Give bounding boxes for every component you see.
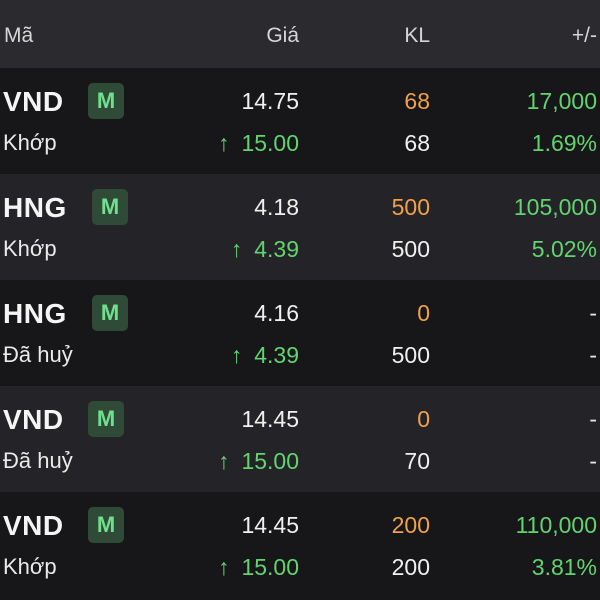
header-symbol[interactable]: Mã (4, 24, 33, 48)
match-volume: 200 (391, 554, 430, 580)
order-status: Khớp (3, 554, 57, 579)
match-price-value: 15.00 (241, 554, 299, 580)
match-price: ↑ 15.00 (218, 554, 299, 581)
match-volume: 500 (391, 236, 430, 262)
change-percent: - (589, 342, 597, 368)
order-status: Khớp (3, 130, 57, 155)
order-price: 4.18 (254, 194, 299, 220)
order-volume: 500 (391, 194, 430, 220)
match-volume: 500 (391, 342, 430, 368)
header-change[interactable]: +/- (572, 24, 597, 48)
order-row[interactable]: HNG M Khớp 4.18 ↑ 4.39 500 500 105,000 5.… (0, 174, 600, 280)
change-percent: 5.02% (531, 236, 597, 262)
header-price[interactable]: Giá (266, 24, 299, 48)
order-row[interactable]: VND M Khớp 14.75 ↑ 15.00 68 68 17,000 1.6… (0, 68, 600, 174)
order-row[interactable]: VND M Đã huỷ 14.45 ↑ 15.00 0 70 - - (0, 386, 600, 492)
change-value: 17,000 (526, 88, 597, 114)
order-symbol: HNG (3, 298, 67, 329)
order-symbol: HNG (3, 192, 67, 223)
match-volume: 68 (404, 130, 430, 156)
change-value: - (589, 406, 597, 432)
match-price: ↑ 15.00 (218, 448, 299, 475)
order-symbol: VND (3, 86, 64, 117)
order-volume: 0 (417, 300, 430, 326)
arrow-up-icon: ↑ (230, 236, 243, 262)
market-badge: M (92, 295, 128, 331)
match-price: ↑ 15.00 (218, 130, 299, 157)
market-badge: M (88, 83, 124, 119)
match-price-value: 15.00 (241, 448, 299, 474)
table-header: Mã Giá KL +/- (0, 0, 600, 68)
order-row[interactable]: HNG M Đã huỷ 4.16 ↑ 4.39 0 500 - - (0, 280, 600, 386)
order-price: 14.75 (241, 88, 299, 114)
order-status: Đã huỷ (3, 448, 73, 473)
order-volume: 68 (404, 88, 430, 114)
order-volume: 200 (391, 512, 430, 538)
order-volume: 0 (417, 406, 430, 432)
order-symbol: VND (3, 510, 64, 541)
change-value: 110,000 (515, 512, 597, 538)
arrow-up-icon: ↑ (217, 554, 230, 580)
match-volume: 70 (404, 448, 430, 474)
order-price: 14.45 (241, 512, 299, 538)
order-status: Đã huỷ (3, 342, 73, 367)
match-price-value: 4.39 (254, 236, 299, 262)
header-volume[interactable]: KL (404, 24, 430, 48)
arrow-up-icon: ↑ (230, 342, 243, 368)
arrow-up-icon: ↑ (217, 448, 230, 474)
change-value: 105,000 (513, 194, 597, 220)
match-price: ↑ 4.39 (231, 236, 299, 263)
match-price: ↑ 4.39 (231, 342, 299, 369)
change-percent: - (589, 448, 597, 474)
change-percent: 3.81% (531, 554, 597, 580)
change-percent: 1.69% (531, 130, 597, 156)
change-value: - (589, 300, 597, 326)
order-price: 4.16 (254, 300, 299, 326)
match-price-value: 4.39 (254, 342, 299, 368)
order-row[interactable]: VND M Khớp 14.45 ↑ 15.00 200 200 110,000 … (0, 492, 600, 598)
market-badge: M (88, 507, 124, 543)
order-price: 14.45 (241, 406, 299, 432)
arrow-up-icon: ↑ (217, 130, 230, 156)
order-symbol: VND (3, 404, 64, 435)
market-badge: M (88, 401, 124, 437)
order-status: Khớp (3, 236, 57, 261)
market-badge: M (92, 189, 128, 225)
order-list: VND M Khớp 14.75 ↑ 15.00 68 68 17,000 1.6… (0, 68, 600, 598)
match-price-value: 15.00 (241, 130, 299, 156)
